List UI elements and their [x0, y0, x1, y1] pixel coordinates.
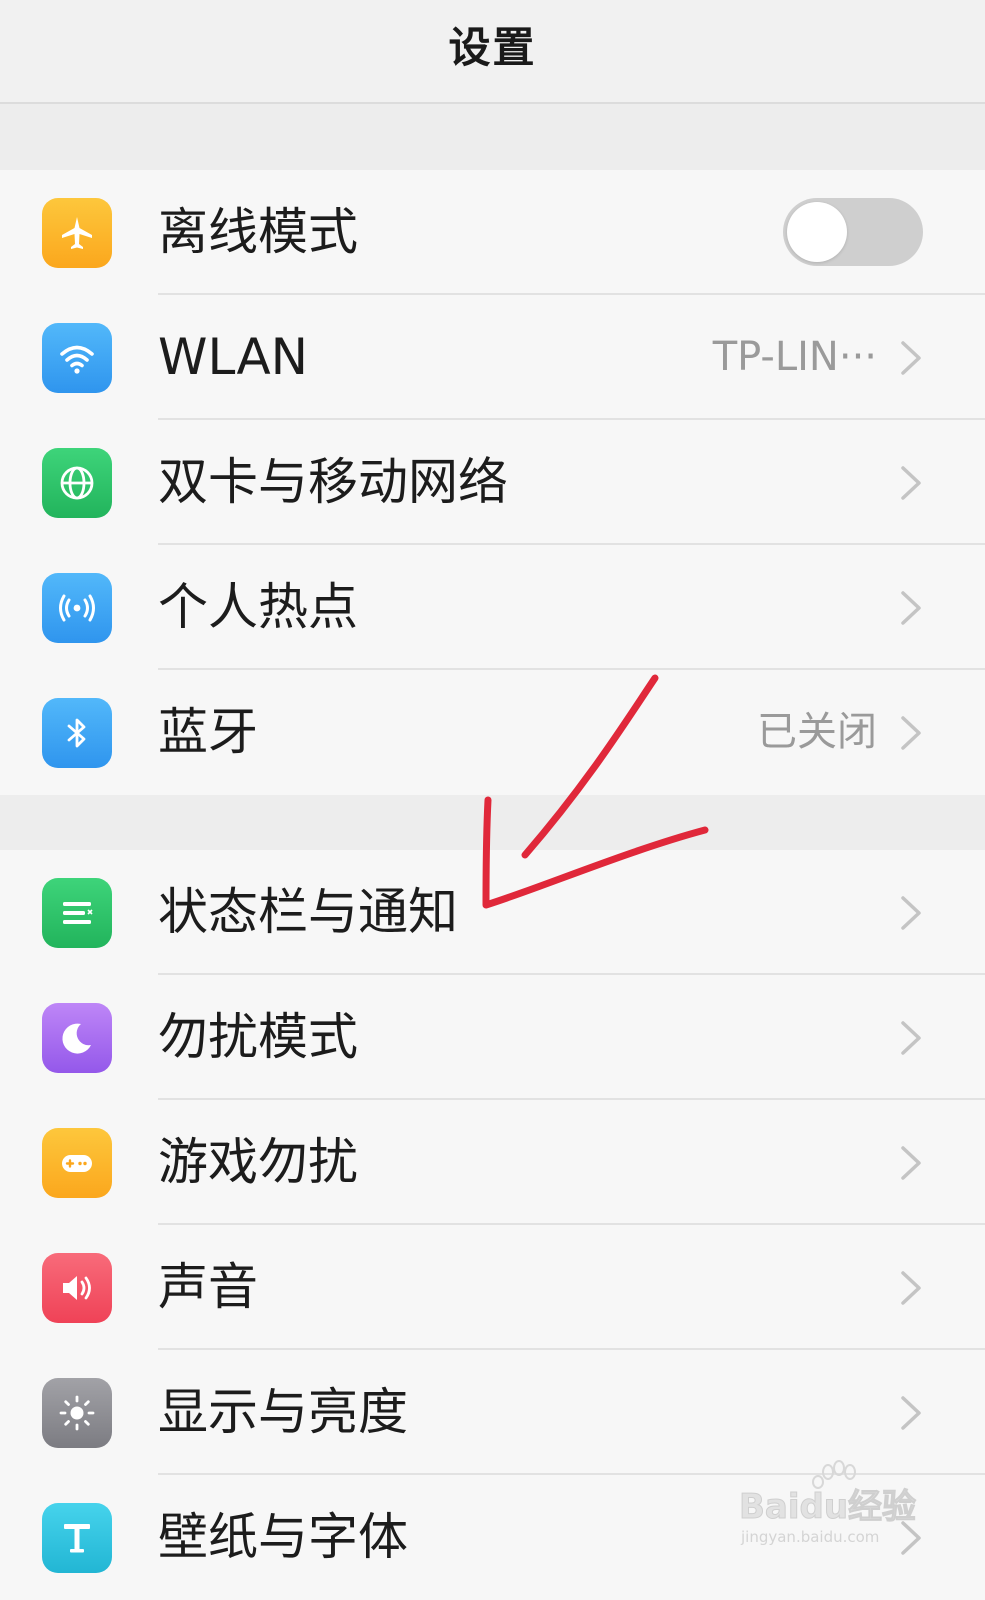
airplane-icon: [42, 198, 112, 268]
chevron-right-icon: [901, 1521, 921, 1555]
settings-item-label: 离线模式: [158, 203, 358, 261]
moon-icon: [42, 1003, 112, 1073]
gamepad-icon: [42, 1128, 112, 1198]
brightness-icon: [42, 1378, 112, 1448]
settings-group-connectivity: 离线模式 WLAN TP-LIN··· 双卡与移动网络 个人热点 蓝牙 已关闭: [0, 170, 985, 795]
settings-item-label: 壁纸与字体: [158, 1508, 408, 1566]
chevron-right-icon: [901, 591, 921, 625]
settings-item-status-bar-notifications[interactable]: 状态栏与通知: [0, 850, 985, 975]
settings-item-airplane-mode[interactable]: 离线模式: [0, 170, 985, 295]
notification-bar-icon: [42, 878, 112, 948]
settings-item-wlan[interactable]: WLAN TP-LIN···: [0, 295, 985, 420]
chevron-right-icon: [901, 1396, 921, 1430]
chevron-right-icon: [901, 466, 921, 500]
settings-item-label: 显示与亮度: [158, 1383, 408, 1441]
settings-item-label: 声音: [158, 1258, 258, 1316]
toggle-knob: [787, 202, 847, 262]
settings-item-personal-hotspot[interactable]: 个人热点: [0, 545, 985, 670]
settings-item-label: 双卡与移动网络: [158, 453, 508, 511]
chevron-right-icon: [901, 896, 921, 930]
settings-group-system: 状态栏与通知 勿扰模式 游戏勿扰 声音 显示与亮度 壁纸与字体: [0, 850, 985, 1600]
settings-item-wallpaper-fonts[interactable]: 壁纸与字体: [0, 1475, 985, 1600]
bluetooth-status: 已关闭: [757, 709, 877, 755]
chevron-right-icon: [901, 716, 921, 750]
settings-item-label: WLAN: [158, 328, 309, 386]
chevron-right-icon: [901, 1146, 921, 1180]
airplane-mode-toggle[interactable]: [783, 198, 923, 266]
settings-item-do-not-disturb[interactable]: 勿扰模式: [0, 975, 985, 1100]
section-gap: [0, 104, 985, 170]
hotspot-icon: [42, 573, 112, 643]
settings-item-bluetooth[interactable]: 蓝牙 已关闭: [0, 670, 985, 795]
settings-item-label: 游戏勿扰: [158, 1133, 358, 1191]
speaker-icon: [42, 1253, 112, 1323]
settings-item-label: 勿扰模式: [158, 1008, 358, 1066]
page-title: 设置: [448, 22, 537, 72]
wlan-network-name: TP-LIN···: [712, 334, 877, 380]
bluetooth-icon: [42, 698, 112, 768]
settings-item-label: 蓝牙: [158, 703, 258, 761]
title-bar: 设置: [0, 0, 985, 104]
settings-item-dual-sim-mobile-network[interactable]: 双卡与移动网络: [0, 420, 985, 545]
settings-item-label: 状态栏与通知: [158, 883, 458, 941]
globe-icon: [42, 448, 112, 518]
wifi-icon: [42, 323, 112, 393]
font-icon: [42, 1503, 112, 1573]
chevron-right-icon: [901, 1021, 921, 1055]
settings-item-label: 个人热点: [158, 578, 358, 636]
section-gap: [0, 795, 985, 850]
settings-item-sound[interactable]: 声音: [0, 1225, 985, 1350]
chevron-right-icon: [901, 1271, 921, 1305]
settings-item-game-do-not-disturb[interactable]: 游戏勿扰: [0, 1100, 985, 1225]
chevron-right-icon: [901, 341, 921, 375]
settings-item-display-brightness[interactable]: 显示与亮度: [0, 1350, 985, 1475]
